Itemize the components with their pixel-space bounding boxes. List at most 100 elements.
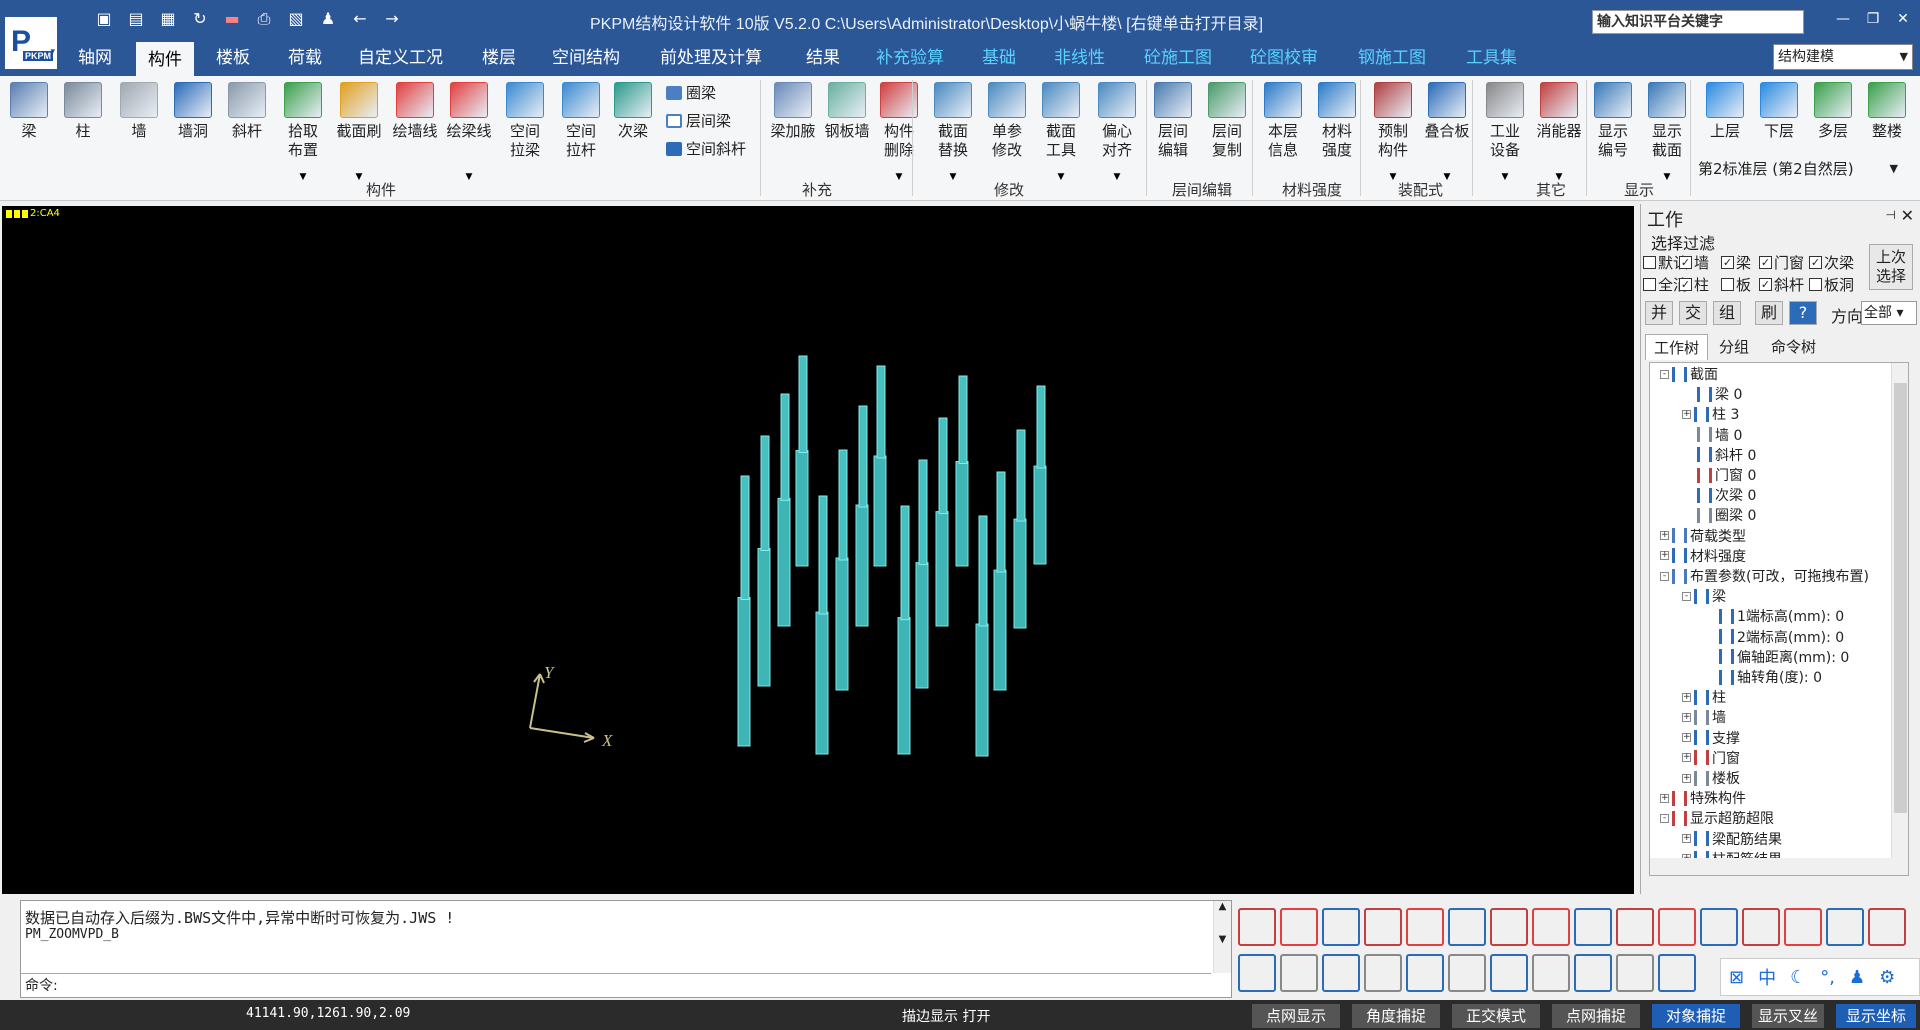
tab-0[interactable]: 轴网	[78, 40, 112, 76]
zoom-out-icon[interactable]	[1490, 954, 1528, 992]
tab-2[interactable]: 楼板	[216, 40, 250, 76]
tree-node[interactable]: + 门窗	[1682, 749, 1740, 767]
ime-lang[interactable]: 中	[1758, 964, 1776, 990]
status-toggle[interactable]: 角度捕捉	[1352, 1004, 1440, 1028]
tab-15[interactable]: 工具集	[1466, 40, 1517, 76]
refresh-icon[interactable]: ↻	[188, 8, 212, 30]
tree-node[interactable]: 圈梁 0	[1682, 506, 1756, 524]
help-button[interactable]: ?	[1789, 301, 1817, 325]
expand-icon[interactable]: -	[1660, 571, 1669, 581]
column-lower[interactable]	[757, 548, 771, 687]
column-upper[interactable]	[780, 393, 790, 501]
dropdown-arrow-icon[interactable]: ▼	[1480, 172, 1530, 182]
ribbon-button-15[interactable]: 截面 替换 ▼	[928, 82, 978, 182]
dropdown-arrow-icon[interactable]: ▼	[444, 172, 494, 182]
tree-node[interactable]: 次梁 0	[1682, 486, 1756, 504]
close-icon[interactable]: ✕	[1901, 206, 1914, 225]
expand-icon[interactable]: +	[1660, 531, 1669, 541]
tab-1[interactable]: 构件	[136, 40, 194, 76]
arrow-right-icon[interactable]	[1280, 954, 1318, 992]
dropdown-arrow-icon[interactable]: ▼	[874, 172, 924, 182]
ribbon-button-11[interactable]: 次梁	[608, 82, 658, 141]
checkbox-icon[interactable]	[1643, 256, 1656, 269]
tab-4[interactable]: 自定义工况	[358, 40, 443, 76]
zoom-dynamic-icon[interactable]	[1532, 954, 1570, 992]
tree-node[interactable]: + 楼板	[1682, 769, 1740, 787]
ribbon-button-24[interactable]: 叠合板 ▼	[1422, 82, 1472, 182]
print-preview-icon[interactable]: ▦	[156, 8, 180, 30]
light-icon[interactable]	[1574, 954, 1612, 992]
font-large-icon[interactable]	[1742, 908, 1780, 946]
ribbon-button-4[interactable]: 斜杆	[222, 82, 272, 141]
ribbon-button-17[interactable]: 截面 工具 ▼	[1036, 82, 1086, 182]
grid-icon[interactable]	[1532, 908, 1570, 946]
tab-7[interactable]: 前处理及计算	[660, 40, 762, 76]
expand-icon[interactable]: +	[1660, 551, 1669, 561]
tree-node[interactable]: - 布置参数(可改，可拖拽布置)	[1660, 567, 1869, 585]
column-lower[interactable]	[855, 504, 869, 627]
expand-icon[interactable]: -	[1660, 813, 1669, 823]
ribbon-button-7[interactable]: 绘墙线	[390, 82, 440, 141]
ribbon-button-21[interactable]: 本层 信息	[1258, 82, 1308, 160]
ribbon-button-14[interactable]: 构件 删除 ▼	[874, 82, 924, 182]
zoom-prev-icon[interactable]	[1406, 954, 1444, 992]
magnifier-icon[interactable]	[1574, 908, 1612, 946]
tree-node[interactable]: 偏轴距离(mm): 0	[1704, 648, 1849, 666]
frame-icon[interactable]	[1490, 908, 1528, 946]
tree-node[interactable]: -梁	[1682, 587, 1726, 605]
tree-node[interactable]: 斜杆 0	[1682, 446, 1756, 464]
column-upper[interactable]	[876, 365, 886, 459]
fit-icon[interactable]	[1616, 908, 1654, 946]
zoom-in-icon[interactable]	[1448, 954, 1486, 992]
status-toggle[interactable]: 点网显示	[1252, 1004, 1340, 1028]
moon-icon[interactable]: ☾	[1790, 967, 1806, 988]
tree-node[interactable]: 门窗 0	[1682, 466, 1756, 484]
print-icon[interactable]: ⎙	[252, 8, 276, 30]
tab-8[interactable]: 结果	[806, 40, 840, 76]
checkbox-icon[interactable]: ✓	[1759, 256, 1772, 269]
tab-group[interactable]: 分组	[1711, 334, 1757, 360]
checkbox-icon[interactable]: ✓	[1721, 256, 1734, 269]
group-button[interactable]: 组	[1713, 301, 1741, 325]
ribbon-button-32[interactable]: 整楼	[1862, 82, 1912, 141]
checkbox-icon[interactable]: ✓	[1679, 256, 1692, 269]
tree-node[interactable]: + 支撑	[1682, 729, 1740, 747]
filter-checkbox[interactable]: 板洞	[1809, 274, 1854, 295]
column-lower[interactable]	[993, 569, 1007, 691]
tab-5[interactable]: 楼层	[482, 40, 516, 76]
undo-icon[interactable]: ←	[348, 8, 372, 30]
save-icon[interactable]: ▣	[92, 8, 116, 30]
delete-icon[interactable]	[1322, 954, 1360, 992]
column-upper[interactable]	[996, 471, 1006, 573]
tab-command-tree[interactable]: 命令树	[1763, 334, 1824, 360]
tab-9[interactable]: 补充验算	[876, 40, 944, 76]
ribbon-button-30[interactable]: 下层	[1754, 82, 1804, 141]
ribbon-button-0[interactable]: 梁	[4, 82, 54, 141]
column-lower[interactable]	[835, 557, 849, 691]
tab-work-tree[interactable]: 工作树	[1645, 334, 1709, 360]
ribbon-button-29[interactable]: 上层	[1700, 82, 1750, 141]
tree-node[interactable]: + 梁配筋结果	[1682, 830, 1782, 848]
column-upper[interactable]	[978, 515, 988, 627]
checkbox-icon[interactable]: ✓	[1679, 278, 1692, 291]
tree-node[interactable]: - 截面	[1660, 365, 1718, 383]
column-lower[interactable]	[935, 511, 949, 627]
floor-select[interactable]: 第2标准层 (第2自然层) ▼	[1698, 158, 1904, 180]
ime-bar[interactable]: ⊠ 中 ☾ °, ♟ ⚙	[1720, 958, 1920, 996]
ribbon-button-2[interactable]: 墙	[114, 82, 164, 141]
close-icon[interactable]: ✕	[1894, 10, 1912, 28]
dropdown-arrow-icon[interactable]: ▼	[1092, 172, 1142, 182]
tab-10[interactable]: 基础	[982, 40, 1016, 76]
filter-checkbox[interactable]: ✓ 门窗	[1759, 252, 1804, 273]
ribbon-button-25[interactable]: 工业 设备 ▼	[1480, 82, 1530, 182]
ribbon-button-8[interactable]: 绘梁线 ▼	[444, 82, 494, 182]
delete-icon[interactable]: ▬	[220, 8, 244, 30]
checkbox-icon[interactable]	[1721, 278, 1734, 291]
expand-icon[interactable]: +	[1682, 773, 1691, 783]
ribbon-button-3[interactable]: 墙洞	[168, 82, 218, 141]
tab-14[interactable]: 钢施工图	[1358, 40, 1426, 76]
column-lower[interactable]	[955, 461, 969, 567]
direction-select[interactable]: 全部 ▾	[1861, 301, 1917, 325]
filter-checkbox[interactable]: 板	[1721, 274, 1751, 295]
dropdown-arrow-icon[interactable]: ▼	[278, 172, 328, 182]
